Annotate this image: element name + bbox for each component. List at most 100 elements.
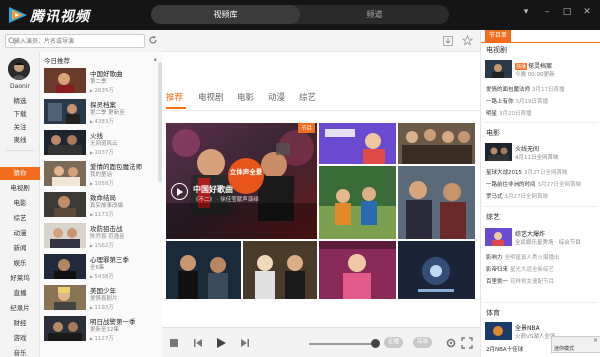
schedule-line[interactable]: 爱情的面包魔法师 3月17日首播 [486, 85, 565, 93]
quality-pill[interactable]: 高清 [413, 337, 433, 348]
list-item[interactable]: 明日战警第一季 更新至12集 1127万 [40, 313, 156, 344]
mini-mode-label: 迷你模式 [554, 346, 575, 352]
program-guide-tab[interactable]: 节目单 [485, 30, 512, 42]
category-item[interactable]: 电视剧 [0, 182, 40, 195]
video-tile[interactable] [319, 123, 396, 164]
category-item-active[interactable]: 猜你 [0, 167, 40, 180]
main-content: 推荐 电视剧 电影 动漫 综艺 节目 立体声全景 中国好歌曲 《不二》 · 徐佳… [162, 30, 480, 327]
video-tile[interactable] [398, 166, 475, 239]
playing-pill[interactable]: 正播 [384, 337, 404, 348]
video-tile[interactable] [166, 241, 241, 299]
list-item[interactable]: 攻防狙击战 陈乔恩 范逸臣 1562万 [40, 220, 156, 251]
video-thumbnail [485, 228, 512, 246]
tab-tv-series[interactable]: 电视剧 [198, 91, 224, 103]
schedule-line[interactable]: 罗马式 3月27日全网首映 [486, 192, 548, 200]
category-item[interactable]: 精选 [0, 95, 40, 108]
video-thumbnail [44, 130, 86, 155]
featured-item[interactable]: 综艺大爆炸 全民娱乐星秀场 · 综合节目 [485, 228, 597, 248]
tab-movies[interactable]: 电影 [237, 91, 254, 103]
username: Daonir [10, 83, 30, 90]
schedule-line[interactable]: 影响力 全明星真人秀火爆播出 [486, 253, 560, 261]
video-thumbnail [485, 60, 512, 78]
category-item[interactable]: 动漫 [0, 227, 40, 240]
category-item[interactable]: 关注 [0, 121, 40, 134]
previous-icon[interactable] [191, 336, 205, 350]
featured-item[interactable]: 独播 探灵档案 今晚 00:00更新 [485, 60, 597, 80]
item-plays: 1562万 [90, 241, 114, 249]
video-thumbnail [398, 123, 475, 164]
mini-mode-popup[interactable]: ✕ 迷你模式 [551, 336, 600, 353]
restore-icon[interactable]: □ [561, 6, 573, 18]
search-input[interactable] [6, 35, 126, 47]
play-icon[interactable] [214, 336, 228, 350]
video-tile[interactable] [319, 241, 396, 299]
list-item[interactable]: 中国好歌曲 第二季 2635万 [40, 65, 156, 96]
schedule-line[interactable]: 百里挑一 花样男女速配节目 [486, 277, 554, 285]
volume-slider-knob[interactable] [371, 339, 380, 348]
category-item[interactable]: 财经 [0, 317, 40, 330]
category-item[interactable]: 综艺 [0, 212, 40, 225]
star-icon[interactable] [462, 35, 473, 46]
category-item[interactable]: 娱乐 [0, 257, 40, 270]
tencent-video-logo-icon [9, 7, 27, 23]
video-tile[interactable] [319, 166, 396, 239]
category-item[interactable]: 好莱坞 [0, 272, 40, 285]
video-thumbnail [485, 322, 512, 340]
schedule-line[interactable]: 星球大战2015 3月27日全网首映 [486, 168, 568, 176]
minimize-icon[interactable]: – [541, 6, 553, 18]
category-item[interactable]: 直播 [0, 287, 40, 300]
stop-icon[interactable] [167, 336, 181, 350]
list-item[interactable]: 火线 无间道风云 1037万 [40, 127, 156, 158]
tab-channels[interactable]: 频道 [300, 5, 449, 24]
fullscreen-icon[interactable] [460, 336, 474, 350]
tab-video-library[interactable]: 视频库 [151, 5, 300, 24]
schedule-line[interactable]: 影帝归来 星光大道全新综艺 [486, 265, 554, 273]
tab-variety[interactable]: 综艺 [299, 91, 316, 103]
category-item[interactable]: 新闻 [0, 242, 40, 255]
featured-title: 火线无间 [515, 146, 540, 153]
list-item[interactable]: 心理罪第三季 全6集 5438万 [40, 251, 156, 282]
item-plays: 1173万 [90, 210, 114, 218]
schedule-title: 影帝归来 [486, 267, 509, 273]
video-tile[interactable] [398, 123, 475, 164]
category-item[interactable]: 游戏 [0, 332, 40, 345]
menu-icon[interactable]: ▾ [520, 6, 532, 18]
schedule-line[interactable]: 一路前往非洲的时间 3月27日全网首映 [486, 180, 581, 188]
category-nav: Daonir 精选 下载 关注 离线 猜你 电视剧 电影 综艺 动漫 新闻 娱乐… [0, 52, 40, 357]
featured-subtitle: 今晚 00:00更新 [515, 72, 555, 78]
download-icon[interactable] [443, 36, 453, 46]
recommend-header: 今日推荐 [44, 57, 70, 65]
list-item[interactable]: 致命结局 真实故事改编 1173万 [40, 189, 156, 220]
category-item[interactable]: 下载 [0, 108, 40, 121]
refresh-icon[interactable] [148, 35, 158, 45]
category-item[interactable]: 纪录片 [0, 302, 40, 315]
close-icon[interactable]: ✕ [593, 337, 598, 344]
category-item[interactable]: 音乐 [0, 347, 40, 357]
list-item[interactable]: 爱情的面包魔法师 我的童话 1058万 [40, 158, 156, 189]
video-tile[interactable] [398, 241, 475, 299]
schedule-title: 明星 [486, 111, 498, 117]
content-toolbar [162, 30, 480, 52]
volume-slider[interactable] [309, 343, 376, 345]
play-icon[interactable] [171, 183, 188, 200]
settings-icon[interactable] [444, 336, 458, 350]
next-icon[interactable] [238, 336, 252, 350]
video-tile[interactable] [243, 241, 317, 299]
tab-anime[interactable]: 动漫 [268, 91, 285, 103]
schedule-line[interactable]: 2月NBA十佳球 [486, 345, 523, 353]
schedule-line[interactable]: 一路上有你 3月19日首播 [486, 97, 548, 105]
close-icon[interactable]: ✕ [581, 6, 593, 18]
video-thumbnail [44, 161, 86, 186]
avatar[interactable] [8, 58, 30, 80]
schedule-title: 星球大战2015 [486, 170, 522, 176]
list-item[interactable]: 探灵档案 第二季 更新至 4383万 [40, 96, 156, 127]
schedule-line[interactable]: 明星 3月20日首播 [486, 109, 532, 117]
category-item[interactable]: 电影 [0, 197, 40, 210]
featured-item[interactable]: 火线无间 4月11日全网首映 [485, 143, 597, 163]
hero-banner[interactable]: 节目 立体声全景 中国好歌曲 《不二》 · 徐佳莹献声演绎 [166, 123, 317, 239]
list-item[interactable]: 美国少年 爱情喜剧片 1193万 [40, 282, 156, 313]
category-item[interactable]: 离线 [0, 134, 40, 147]
tab-recommend[interactable]: 推荐 [166, 91, 183, 103]
chevron-up-icon[interactable]: ▴ [153, 55, 157, 63]
item-subtitle: 更新至12集 [90, 327, 119, 333]
